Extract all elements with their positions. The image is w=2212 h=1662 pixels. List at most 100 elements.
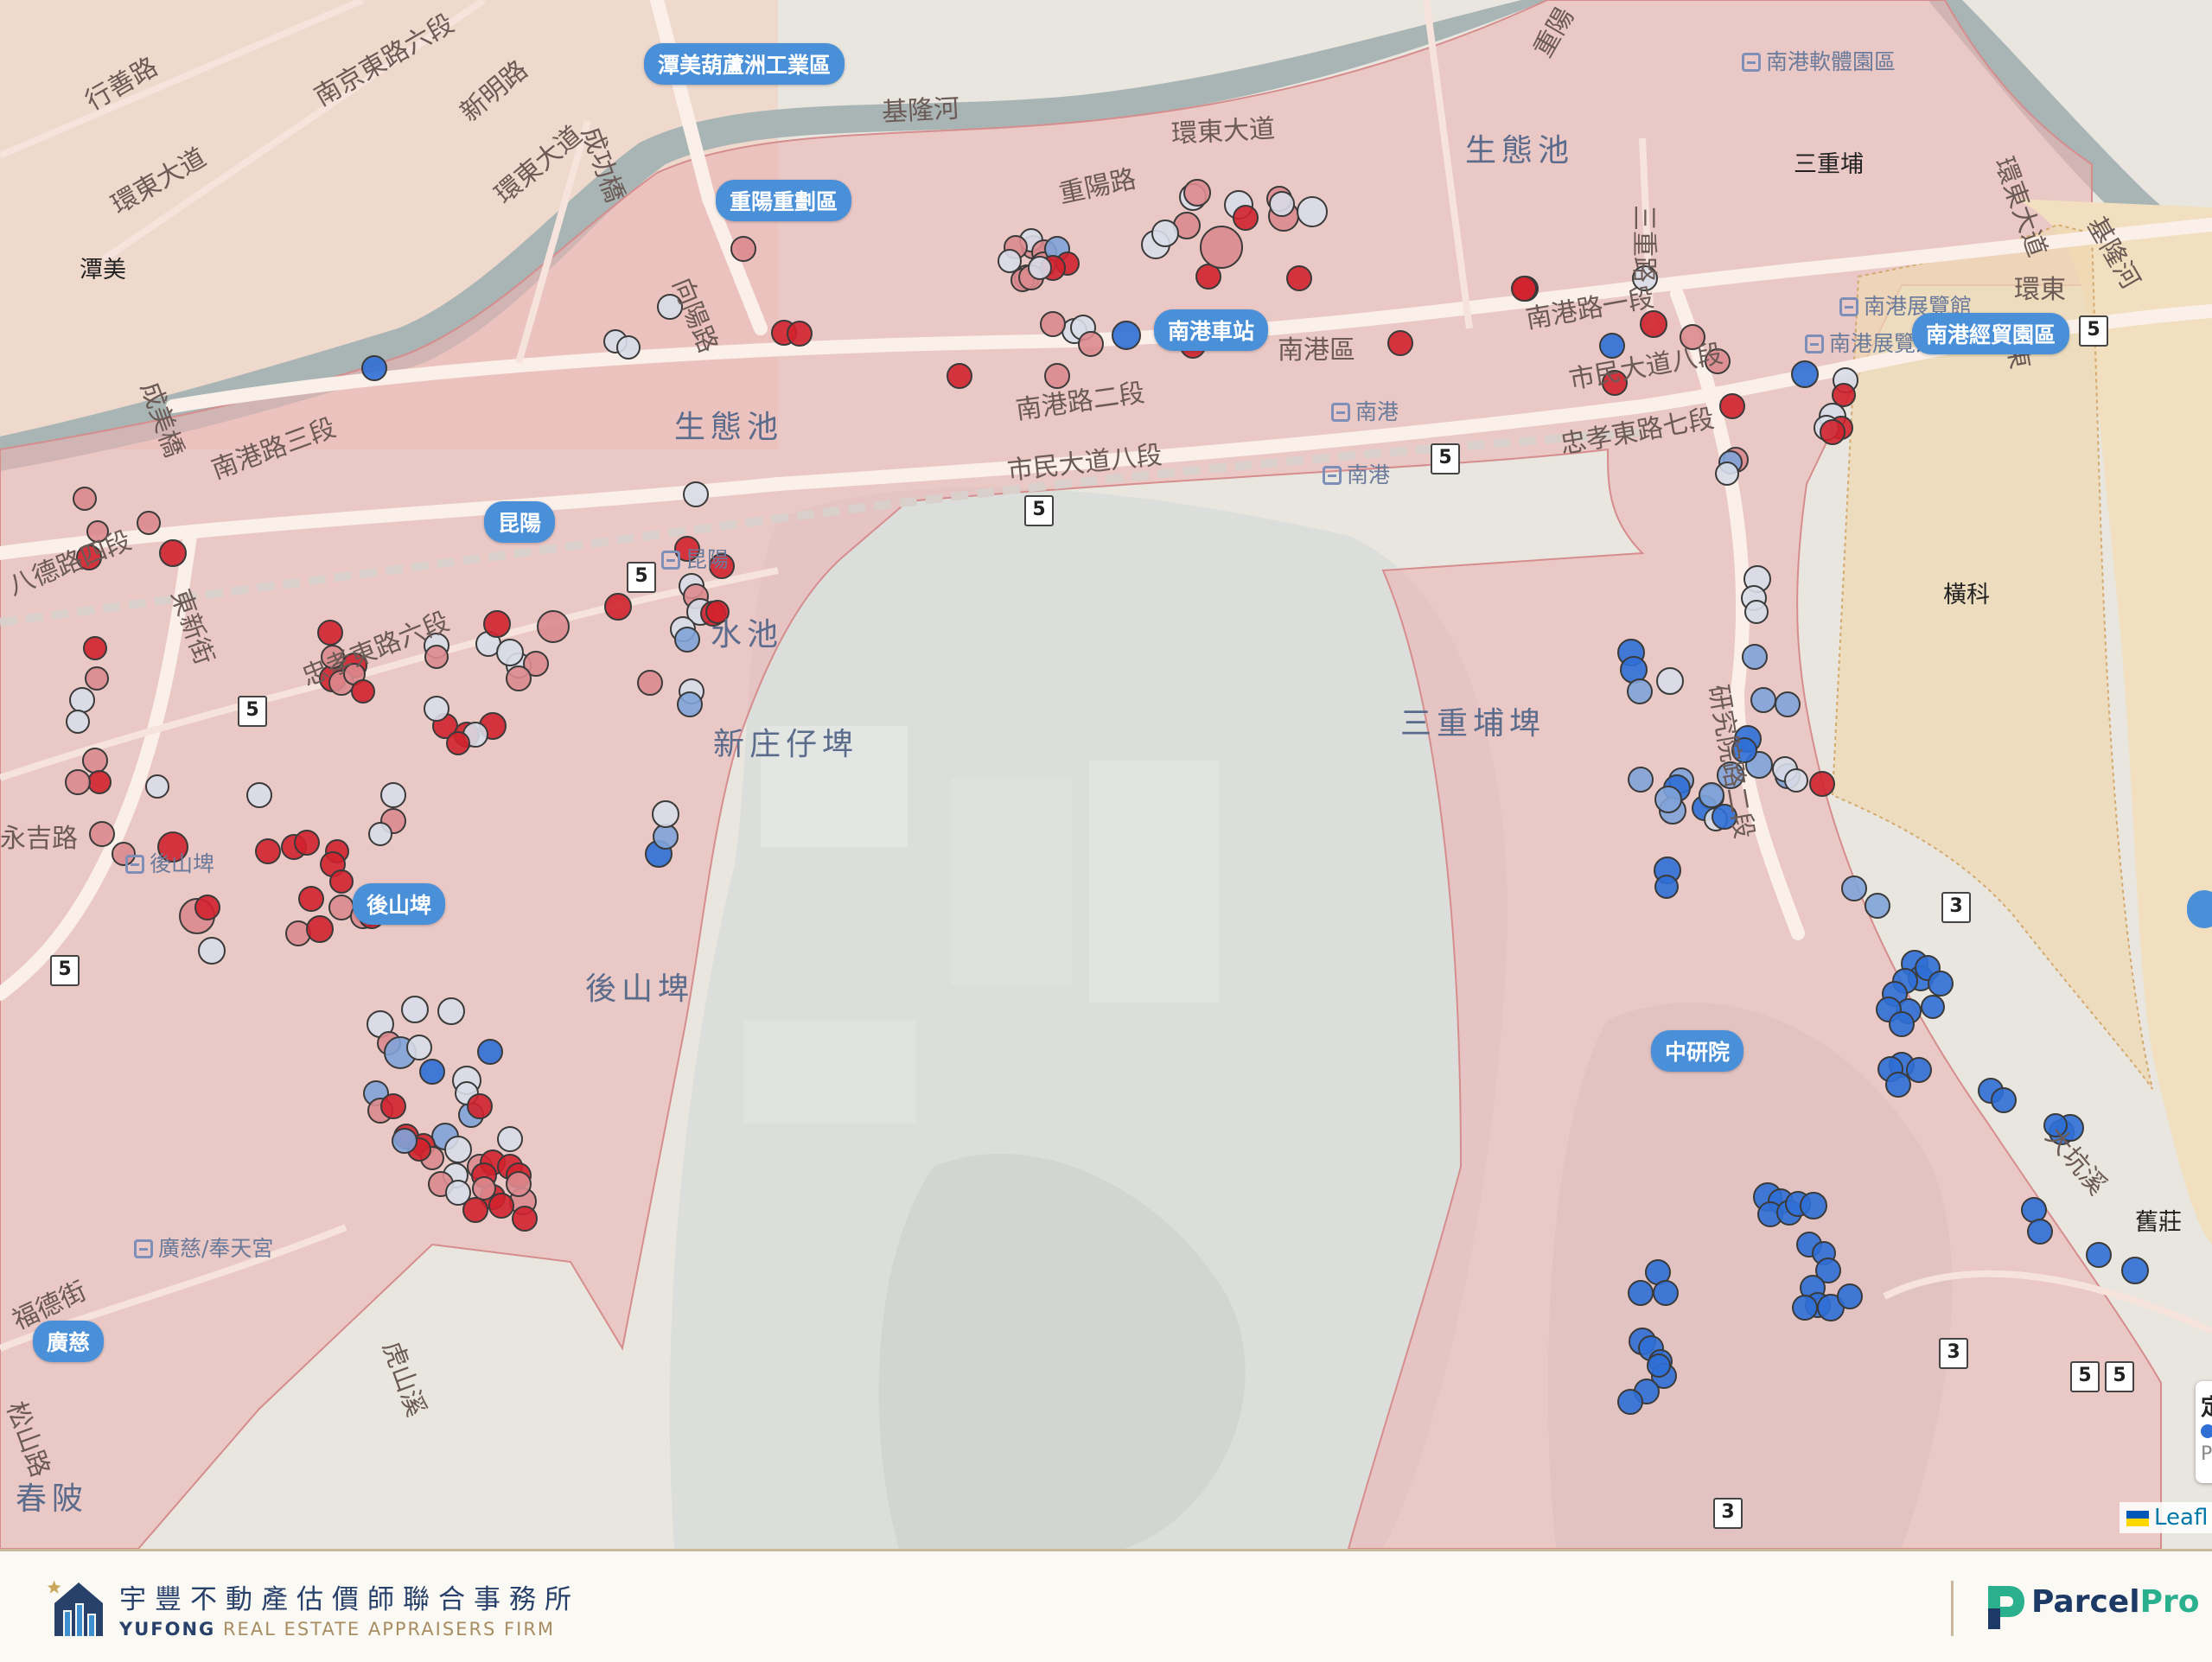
transaction-marker[interactable] [1921, 995, 1945, 1019]
transaction-marker[interactable] [1078, 331, 1104, 357]
transaction-marker[interactable] [2086, 1242, 2112, 1268]
transaction-marker[interactable] [1742, 644, 1768, 670]
transaction-marker[interactable] [89, 821, 115, 847]
transaction-marker[interactable] [467, 1093, 493, 1119]
transaction-marker[interactable] [947, 363, 972, 389]
transaction-marker[interactable] [477, 1039, 503, 1065]
transaction-marker[interactable] [1112, 321, 1141, 350]
transaction-marker[interactable] [194, 895, 220, 920]
transaction-marker[interactable] [1792, 1295, 1818, 1321]
transaction-marker[interactable] [1628, 1280, 1654, 1306]
transaction-marker[interactable] [1820, 419, 1845, 445]
transaction-marker[interactable] [730, 236, 756, 262]
transaction-marker[interactable] [2021, 1197, 2047, 1223]
transaction-marker[interactable] [1628, 767, 1654, 793]
transaction-marker[interactable] [653, 824, 679, 850]
transaction-marker[interactable] [83, 636, 107, 660]
transaction-marker[interactable] [1991, 1087, 2017, 1113]
transaction-marker[interactable] [1837, 1283, 1863, 1309]
transaction-marker[interactable] [444, 1136, 472, 1163]
transaction-marker[interactable] [87, 770, 112, 794]
transaction-marker[interactable] [1719, 393, 1745, 419]
area-pill-label[interactable]: 中研院 [1651, 1030, 1744, 1072]
transaction-marker[interactable] [1906, 1057, 1932, 1083]
transaction-marker[interactable] [1286, 265, 1312, 291]
transaction-marker[interactable] [380, 782, 406, 808]
transaction-marker[interactable] [1387, 330, 1413, 356]
transaction-marker[interactable] [537, 610, 570, 643]
transaction-marker[interactable] [294, 830, 320, 856]
transaction-marker[interactable] [2121, 1257, 2149, 1284]
transaction-marker[interactable] [351, 679, 375, 704]
transaction-marker[interactable] [437, 997, 465, 1025]
transaction-marker[interactable] [419, 1059, 445, 1085]
transaction-marker[interactable] [1841, 876, 1867, 901]
transaction-marker[interactable] [1233, 205, 1259, 231]
transaction-marker[interactable] [137, 511, 161, 535]
transaction-marker[interactable] [497, 1126, 523, 1152]
transaction-marker[interactable] [1928, 971, 1954, 997]
area-pill-label[interactable]: 昆陽 [484, 501, 556, 543]
area-pill-label[interactable]: 潭美葫蘆洲工業區 [644, 43, 845, 85]
transaction-marker[interactable] [424, 645, 449, 669]
transaction-marker[interactable] [198, 937, 226, 965]
transaction-marker[interactable] [1744, 600, 1769, 624]
transaction-marker[interactable] [2027, 1219, 2053, 1245]
transaction-marker[interactable] [1809, 771, 1835, 797]
transaction-marker[interactable] [1656, 667, 1684, 695]
transaction-marker[interactable] [787, 321, 813, 347]
area-pill-label[interactable]: 南港車站 [1154, 309, 1269, 351]
transaction-marker[interactable] [1654, 786, 1682, 813]
transaction-marker[interactable] [1832, 383, 1856, 407]
transaction-marker[interactable] [145, 774, 169, 799]
transaction-marker[interactable] [246, 782, 272, 808]
transaction-marker[interactable] [446, 731, 470, 755]
transaction-marker[interactable] [65, 769, 91, 795]
transaction-marker[interactable] [298, 886, 324, 912]
transaction-marker[interactable] [1200, 226, 1243, 269]
transaction-marker[interactable] [506, 1171, 532, 1197]
transaction-marker[interactable] [496, 639, 524, 666]
transaction-marker[interactable] [1617, 1389, 1643, 1415]
transaction-marker[interactable] [1800, 1192, 1827, 1219]
area-pill-label[interactable]: 後山埤 [353, 883, 446, 925]
transaction-marker[interactable] [1269, 191, 1295, 217]
transaction-marker[interactable] [604, 593, 632, 621]
transaction-marker[interactable] [1627, 678, 1653, 704]
transaction-marker[interactable] [1889, 1011, 1915, 1037]
transaction-marker[interactable] [1647, 1353, 1671, 1378]
transaction-marker[interactable] [616, 335, 641, 360]
transaction-marker[interactable] [1654, 875, 1679, 899]
transaction-marker[interactable] [1750, 687, 1776, 713]
transaction-marker[interactable] [424, 696, 449, 722]
transaction-marker[interactable] [483, 610, 511, 638]
transaction-marker[interactable] [1040, 311, 1066, 337]
transaction-marker[interactable] [1784, 768, 1808, 793]
transaction-marker[interactable] [1183, 179, 1211, 207]
transaction-marker[interactable] [677, 691, 703, 717]
area-pill-label[interactable]: 重陽重劃區 [716, 180, 852, 221]
transaction-marker[interactable] [674, 627, 700, 653]
transaction-marker[interactable] [73, 487, 97, 511]
transaction-marker[interactable] [488, 1193, 514, 1219]
area-pill-label[interactable]: 廣慈 [33, 1321, 105, 1362]
map-canvas[interactable]: 生態池 生態池 水池 新庄仔埤 後山埤 三重埔埤 春陂 潭美 三重埔 橫科 舊莊 行善路 南京東路六段新… [0, 0, 2212, 1549]
transaction-marker[interactable] [1028, 256, 1052, 280]
transaction-marker[interactable] [1775, 691, 1801, 717]
map-attribution[interactable]: Leafl [2120, 1502, 2212, 1533]
transaction-marker[interactable] [380, 1093, 406, 1119]
transaction-marker[interactable] [329, 869, 354, 894]
transaction-marker[interactable] [82, 748, 108, 774]
transaction-marker[interactable] [1653, 1280, 1679, 1306]
transaction-marker[interactable] [512, 1206, 538, 1232]
transaction-marker[interactable] [361, 355, 387, 381]
transaction-marker[interactable] [462, 1197, 488, 1223]
transaction-marker[interactable] [1865, 893, 1890, 919]
transaction-marker[interactable] [683, 481, 709, 507]
area-pill-label[interactable]: 南港經貿園區 [1912, 313, 2070, 354]
transaction-marker[interactable] [998, 249, 1022, 273]
transaction-marker[interactable] [66, 710, 90, 734]
transaction-marker[interactable] [1885, 1072, 1911, 1098]
side-panel-toggle[interactable] [2187, 890, 2212, 928]
transaction-marker[interactable] [1151, 220, 1179, 247]
